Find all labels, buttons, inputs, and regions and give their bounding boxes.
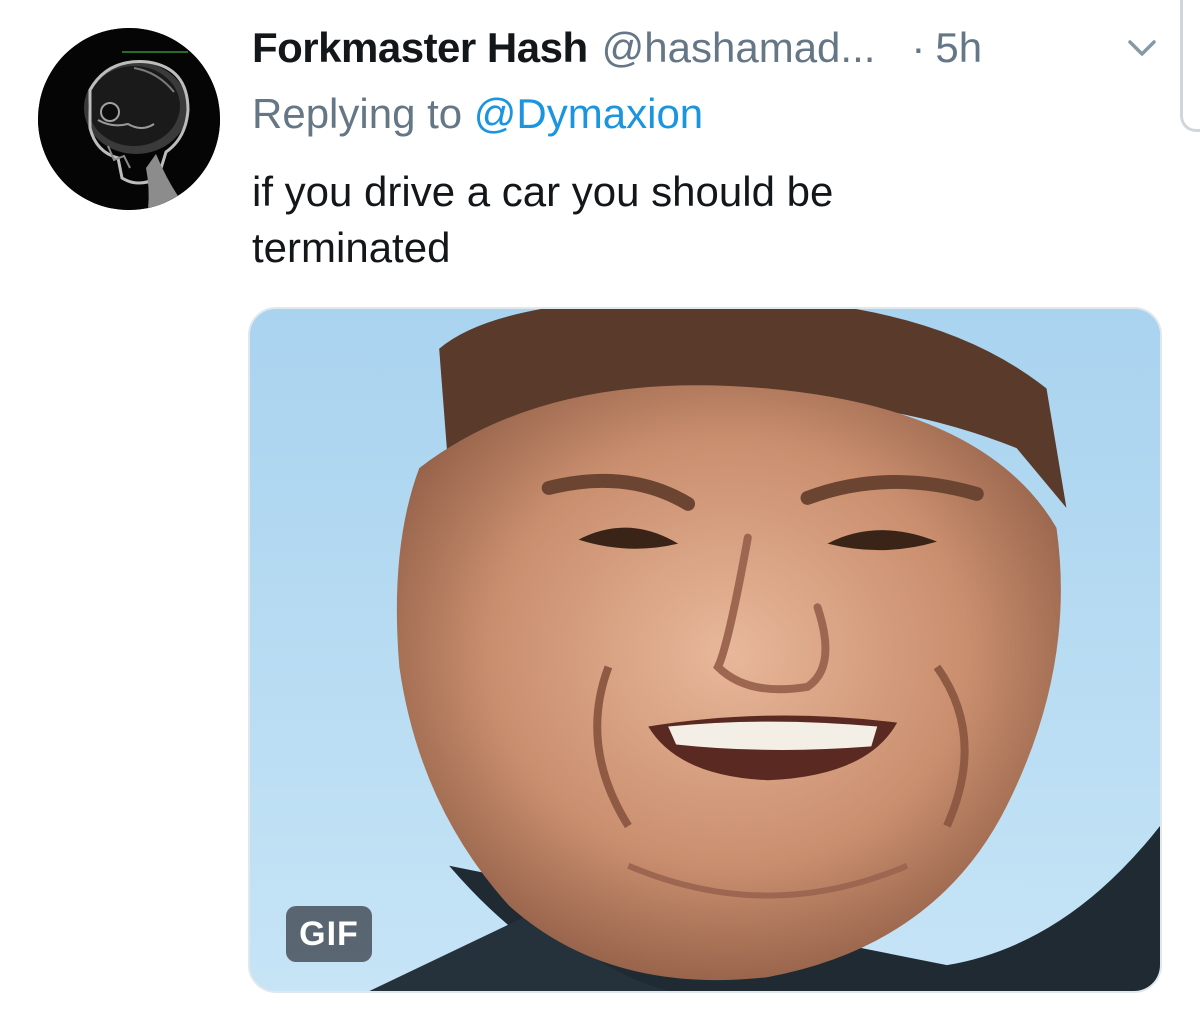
gif-media[interactable]: GIF	[248, 307, 1162, 993]
replying-to-mention[interactable]: @Dymaxion	[474, 90, 703, 137]
replying-to-label: Replying to	[252, 90, 463, 137]
user-handle[interactable]: @hashamad...	[602, 24, 876, 72]
timestamp[interactable]: 5h	[935, 24, 982, 72]
replying-to-line: Replying to @Dymaxion	[252, 90, 703, 138]
tweet-header: Forkmaster Hash @hashamad... · 5h	[252, 20, 1160, 76]
gif-badge: GIF	[286, 906, 372, 962]
separator-dot: ·	[911, 24, 926, 71]
xray-skull-avatar-icon	[38, 28, 220, 210]
adjacent-panel-edge	[1180, 0, 1200, 132]
display-name[interactable]: Forkmaster Hash	[252, 24, 588, 72]
tweet-text: if you drive a car you should be termina…	[252, 164, 1152, 276]
gif-frame-image	[250, 309, 1160, 991]
tweet-text-line: if you drive a car you should be	[252, 168, 834, 215]
tweet-text-line: terminated	[252, 224, 451, 271]
avatar[interactable]	[38, 28, 220, 210]
chevron-down-icon[interactable]	[1124, 30, 1160, 66]
tweet-card: Forkmaster Hash @hashamad... · 5h Replyi…	[0, 0, 1200, 1025]
